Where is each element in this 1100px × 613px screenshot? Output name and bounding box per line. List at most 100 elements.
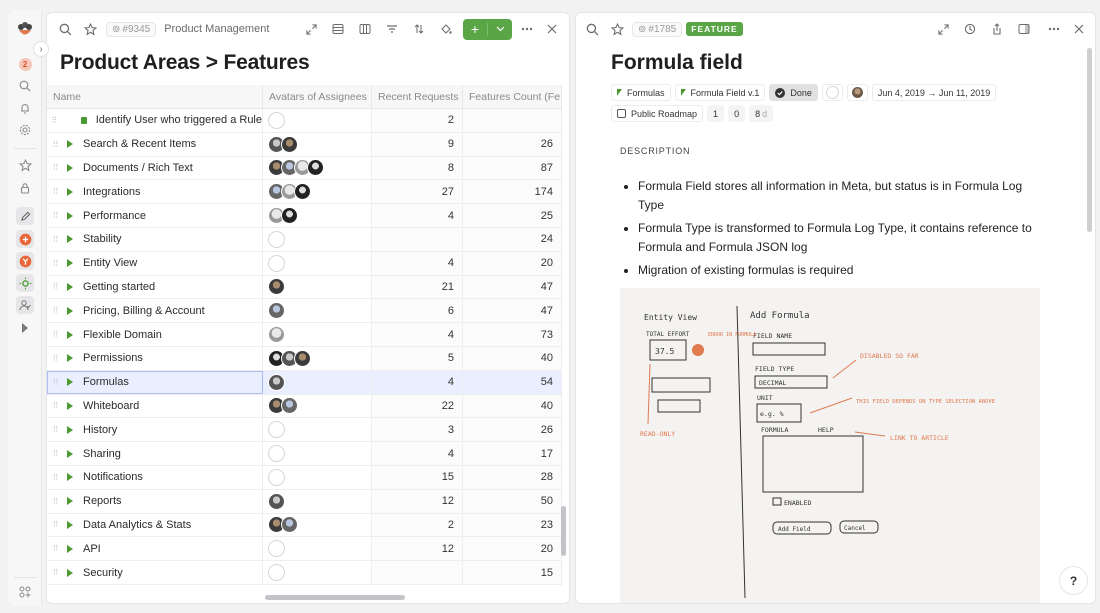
favorites-star-icon[interactable] — [8, 155, 42, 175]
count-chip-a[interactable]: 1 — [707, 105, 725, 122]
assignee-icon[interactable] — [8, 295, 42, 315]
cell-assignees[interactable] — [263, 465, 372, 489]
expand-triangle-icon[interactable] — [67, 497, 73, 506]
cell-assignees[interactable] — [263, 537, 372, 561]
expand-triangle-icon[interactable] — [67, 473, 73, 482]
feature-title[interactable]: Formula field — [611, 51, 743, 75]
help-button[interactable]: ? — [1059, 566, 1088, 595]
columns-icon[interactable] — [354, 18, 376, 40]
cell-name[interactable]: ⠿ Whiteboard — [47, 394, 263, 418]
drag-handle-icon[interactable]: ⠿ — [47, 401, 63, 410]
cell-features-count[interactable]: 40 — [463, 394, 562, 418]
lock-icon[interactable] — [8, 178, 42, 198]
process-icon-orange[interactable] — [8, 229, 42, 249]
search-icon[interactable] — [54, 18, 76, 40]
search-icon[interactable] — [581, 18, 603, 40]
table-row[interactable]: ⠿ Data Analytics & Stats 2 23 — [47, 513, 562, 538]
cell-name[interactable]: ⠿ History — [47, 418, 263, 442]
currency-icon-orange[interactable] — [8, 251, 42, 271]
duration-chip[interactable]: 8d — [749, 105, 774, 122]
cell-assignees[interactable] — [263, 561, 372, 584]
apps-grid-icon[interactable] — [8, 582, 42, 602]
table-row[interactable]: ⠿ Performance 4 25 — [47, 204, 562, 228]
column-header-avatars[interactable]: Avatars of Assignees — [263, 85, 372, 108]
column-header-recent-requests[interactable]: Recent Requests — [372, 85, 463, 108]
table-row[interactable]: ⠿ Pricing, Billing & Account 6 47 — [47, 299, 562, 324]
cell-assignees[interactable] — [263, 156, 372, 180]
cell-name[interactable]: ⠿ Flexible Domain — [47, 323, 263, 346]
cell-recent-requests[interactable]: 22 — [372, 394, 463, 418]
cell-assignees[interactable] — [263, 418, 372, 442]
drag-handle-icon[interactable]: ⠿ — [47, 520, 63, 529]
table-row[interactable]: ⠿ History 3 26 — [47, 418, 562, 443]
expand-triangle-icon[interactable] — [67, 449, 73, 458]
cell-assignees[interactable] — [263, 394, 372, 418]
cell-recent-requests[interactable]: 4 — [372, 442, 463, 465]
owner-avatar-chip[interactable] — [846, 84, 868, 101]
cell-features-count[interactable]: 87 — [463, 156, 562, 180]
cell-name[interactable]: ⠿ API — [47, 537, 263, 561]
cell-recent-requests[interactable]: 2 — [372, 109, 463, 132]
cell-assignees[interactable] — [263, 489, 372, 513]
drag-handle-icon[interactable]: ⠿ — [47, 235, 63, 244]
cell-features-count[interactable]: 20 — [463, 251, 562, 275]
cell-name[interactable]: ⠿ Getting started — [47, 275, 263, 299]
cell-features-count[interactable]: 73 — [463, 323, 562, 346]
cell-name[interactable]: ⠿ Entity View — [47, 251, 263, 275]
table-row[interactable]: ⠿ Identify User who triggered a Rule 2 — [47, 109, 562, 133]
close-icon[interactable] — [541, 18, 563, 40]
split-view-icon[interactable] — [1013, 18, 1035, 40]
rows-view-icon[interactable] — [327, 18, 349, 40]
expand-triangle-icon[interactable] — [67, 235, 73, 244]
cell-name[interactable]: ⠿ Documents / Rich Text — [47, 156, 263, 180]
cell-recent-requests[interactable]: 2 — [372, 513, 463, 537]
column-header-features-count[interactable]: Features Count (Fe — [463, 85, 562, 108]
expand-triangle-icon[interactable] — [67, 425, 73, 434]
cell-recent-requests[interactable] — [372, 227, 463, 251]
cell-name[interactable]: ⠿ Notifications — [47, 465, 263, 489]
expand-triangle-icon[interactable] — [67, 520, 73, 529]
entity-id-chip[interactable]: ⊚ #1785 — [632, 21, 683, 37]
drag-handle-icon[interactable]: ⠿ — [47, 163, 63, 172]
filter-icon[interactable] — [381, 18, 403, 40]
cell-features-count[interactable]: 50 — [463, 489, 562, 513]
add-dropdown-chevron-icon[interactable] — [488, 19, 512, 40]
logo-icon[interactable] — [8, 20, 42, 40]
drag-handle-icon[interactable]: ⠿ — [47, 306, 63, 315]
sort-icon[interactable] — [408, 18, 430, 40]
cell-features-count[interactable]: 15 — [463, 561, 562, 584]
expand-triangle-icon[interactable] — [67, 306, 73, 315]
expand-triangle-icon[interactable] — [67, 259, 73, 268]
expand-triangle-icon[interactable] — [67, 401, 73, 410]
table-row[interactable]: ⠿ Permissions 5 40 — [47, 346, 562, 371]
expand-icon[interactable] — [932, 18, 954, 40]
add-button[interactable]: + — [463, 18, 512, 40]
drag-handle-icon[interactable]: ⠿ — [47, 140, 63, 149]
search-icon[interactable] — [8, 76, 42, 96]
cell-name[interactable]: ⠿ Data Analytics & Stats — [47, 513, 263, 537]
drag-handle-icon[interactable]: ⠿ — [47, 354, 63, 363]
cell-assignees[interactable] — [263, 180, 372, 204]
cell-recent-requests[interactable]: 27 — [372, 180, 463, 204]
cell-name[interactable]: ⠿ Integrations — [47, 180, 263, 204]
cell-recent-requests[interactable]: 6 — [372, 299, 463, 323]
cell-assignees[interactable] — [263, 251, 372, 275]
drag-handle-icon[interactable]: ⠿ — [47, 187, 63, 196]
cell-recent-requests[interactable]: 4 — [372, 251, 463, 275]
table-row[interactable]: ⠿ API 12 20 — [47, 537, 562, 562]
cell-name[interactable]: ⠿ Security — [47, 561, 263, 584]
cell-features-count[interactable]: 54 — [463, 370, 562, 394]
cell-name[interactable]: ⠿ Stability — [47, 227, 263, 251]
cell-recent-requests[interactable] — [372, 561, 463, 584]
drag-handle-icon[interactable]: ⠿ — [47, 330, 63, 339]
product-area-chip[interactable]: Formulas — [611, 84, 671, 101]
expand-triangle-icon[interactable] — [67, 568, 73, 577]
cell-recent-requests[interactable]: 9 — [372, 132, 463, 156]
cell-recent-requests[interactable]: 12 — [372, 489, 463, 513]
drag-handle-icon[interactable]: ⠿ — [47, 259, 63, 268]
cell-assignees[interactable] — [263, 299, 372, 323]
expand-triangle-icon[interactable] — [67, 211, 73, 220]
cell-assignees[interactable] — [263, 132, 372, 156]
expand-triangle-icon[interactable] — [67, 140, 73, 149]
assignee-empty-chip[interactable] — [821, 84, 843, 101]
